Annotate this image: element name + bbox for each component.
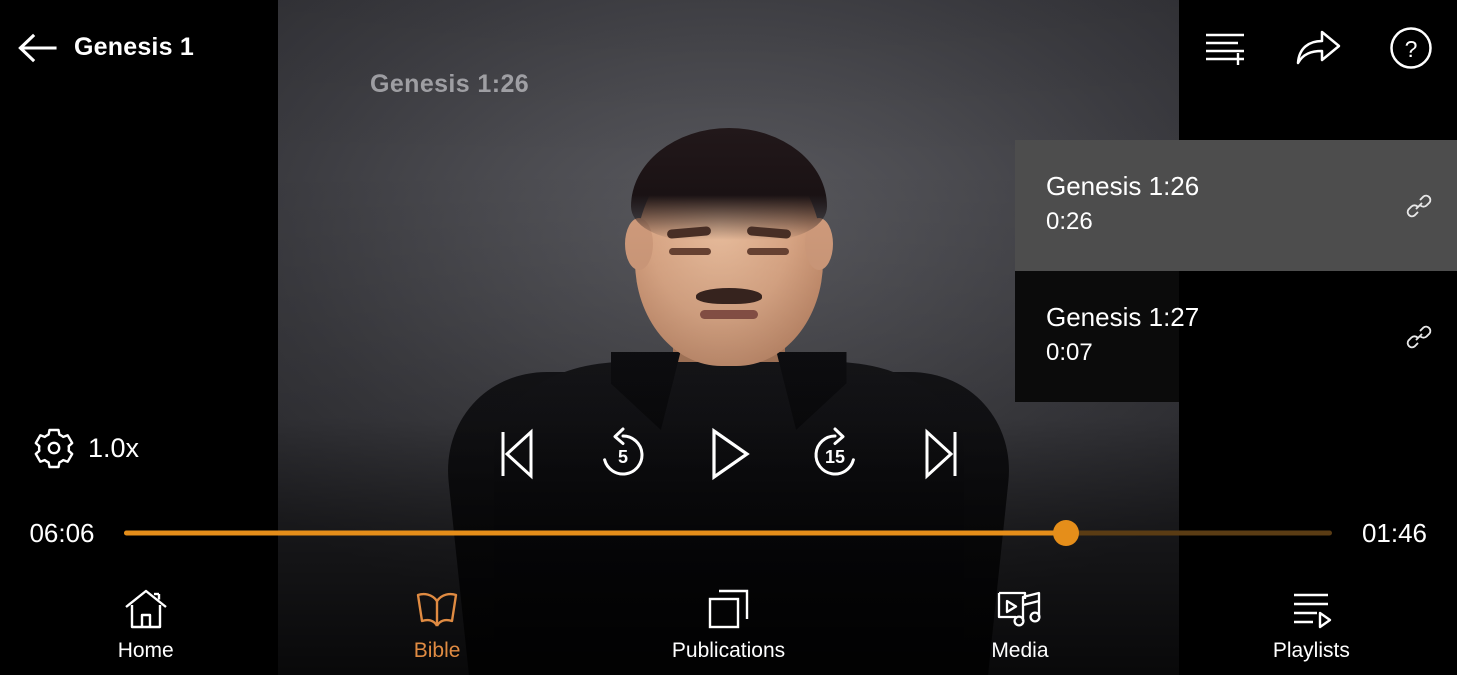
seek-bar-fill [124,530,1067,536]
playlists-icon [1287,585,1335,631]
add-to-playlist-icon [1206,33,1245,65]
help-button[interactable]: ? [1381,18,1441,78]
video-player-screen: Genesis 1:26 Genesis 1 ? Genesis 1:26 0:… [0,0,1457,675]
chapter-marker-panel: Genesis 1:26 0:26 Genesis 1:27 0:07 [1015,140,1457,402]
skip-previous-icon [501,428,532,480]
nav-item-publications[interactable]: Publications [583,565,874,675]
marker-time: 0:26 [1046,208,1093,236]
link-icon [1406,194,1432,217]
page-title: Genesis 1 [74,33,194,61]
play-icon [711,427,750,481]
nav-label: Home [117,639,174,662]
nav-label: Publications [671,639,786,662]
gear-icon [34,428,74,469]
skip-next-icon [925,428,956,480]
nav-label: Media [991,639,1049,662]
player-controls: 1.0x 5 15 [0,418,1457,490]
back-arrow-icon [18,33,57,62]
elapsed-time: 06:06 [29,517,95,548]
video-caption: Genesis 1:26 [370,70,530,98]
play-button[interactable] [698,423,760,485]
nav-item-bible[interactable]: Bible [291,565,582,675]
marker-title: Genesis 1:26 [1046,170,1200,201]
marker-title: Genesis 1:27 [1046,301,1200,332]
marker-time: 0:07 [1046,339,1093,367]
replay-5-icon: 5 [602,427,643,476]
nav-label: Bible [413,639,461,662]
nav-item-media[interactable]: Media [874,565,1165,675]
nav-label: Playlists [1272,639,1350,662]
rewind-seconds-label: 5 [617,447,627,467]
svg-text:?: ? [1404,36,1417,62]
nav-item-home[interactable]: Home [0,565,291,675]
link-icon [1406,325,1432,348]
forward-15-icon: 15 [814,427,855,476]
media-icon [995,585,1045,631]
share-button[interactable] [1288,18,1348,78]
help-icon: ? [1389,27,1432,69]
publications-icon [705,585,753,631]
playback-speed-label: 1.0x [88,432,140,463]
forward-15-button[interactable]: 15 [804,423,866,485]
remaining-time: 01:46 [1361,517,1428,548]
seek-bar-thumb[interactable] [1053,520,1080,546]
next-track-button[interactable] [910,423,972,485]
home-icon [123,585,169,631]
bottom-navigation: Home Bible Publications Media Playlists [0,565,1457,675]
bible-book-icon [413,585,461,631]
top-bar-actions: ? [1179,0,1457,145]
nav-item-playlists[interactable]: Playlists [1166,565,1457,675]
marker-link-button[interactable] [1397,184,1441,228]
forward-seconds-label: 15 [824,447,844,467]
seek-bar[interactable] [124,508,1332,558]
playback-speed-button[interactable]: 1.0x [32,426,139,470]
previous-track-button[interactable] [486,423,548,485]
marker-item[interactable]: Genesis 1:27 0:07 [1015,271,1457,402]
back-button[interactable] [0,0,74,95]
add-to-playlist-button[interactable] [1195,18,1255,78]
marker-item[interactable]: Genesis 1:26 0:26 [1015,140,1457,271]
transport-controls: 5 15 [278,418,1179,490]
rewind-5-button[interactable]: 5 [592,423,654,485]
marker-link-button[interactable] [1397,315,1441,359]
playback-timeline: 06:06 01:46 [0,508,1457,558]
top-bar-left: Genesis 1 [0,0,278,95]
share-icon [1296,30,1341,65]
